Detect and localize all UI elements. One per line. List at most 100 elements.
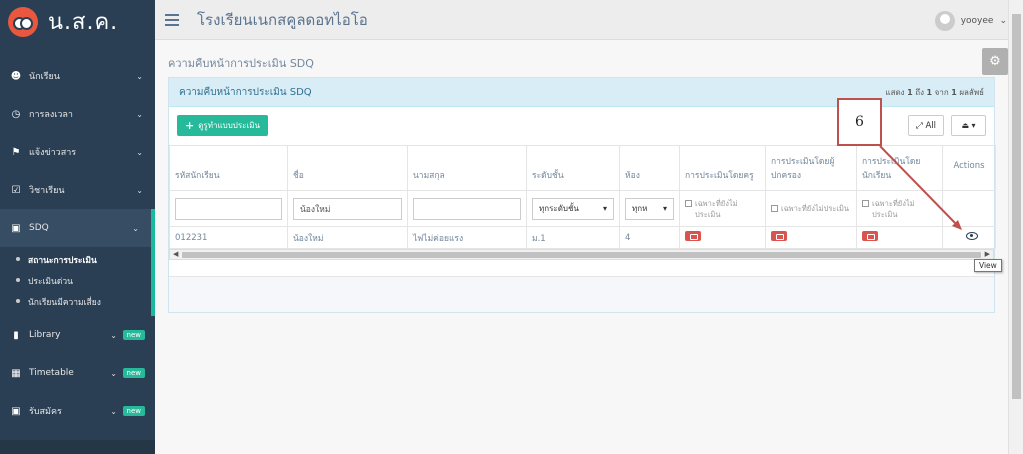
cell-last-name: ไฟไม่ค่อยแรง [407, 226, 527, 249]
sidebar-item-label: SDQ [29, 223, 49, 233]
first-name-filter-input[interactable]: น้องใหม่ [293, 197, 402, 220]
last-name-filter-input[interactable] [413, 197, 521, 220]
scroll-left-icon[interactable]: ◀ [173, 250, 178, 258]
chevron-down-icon: ⌄ [999, 16, 1007, 26]
avatar [934, 11, 955, 31]
vertical-scrollbar[interactable] [1008, 0, 1023, 454]
annotation-step-number: 6 [837, 98, 882, 146]
records-info: แสดง 1 ถึง 1 จาก 1 ผลลัพธ์ [885, 87, 984, 97]
owl-logo-icon [8, 6, 38, 37]
id-card-icon: ▣ [11, 222, 21, 234]
sdq-table: รหัสนักเรียน ชื่อ นามสกุล ระดับชั้น ห้อง… [169, 145, 996, 249]
submenu-item-quick-assess[interactable]: ประเมินด่วน [0, 270, 151, 291]
username: yooyee [960, 16, 994, 26]
chevron-down-icon: ⌄ [136, 147, 143, 157]
col-student-id[interactable]: รหัสนักเรียน [169, 145, 288, 191]
table-row: 012231 น้องใหม่ ไฟไม่ค่อยแรง ม.1 4 [169, 226, 996, 249]
sidebar-item-library[interactable]: ▮ Library ⌄ new [0, 316, 155, 354]
caret-down-icon: ▾ [971, 121, 976, 130]
chevron-down-icon: ⌄ [110, 368, 117, 378]
col-first-name[interactable]: ชื่อ [287, 145, 408, 191]
cell-room: 4 [619, 226, 680, 249]
sidebar-item-label: นักเรียน [29, 72, 60, 82]
col-room[interactable]: ห้อง [619, 145, 680, 191]
sidebar-item-sdq[interactable]: ▣ SDQ ⌄ [0, 209, 155, 247]
panel-footer [169, 276, 994, 312]
sidebar-item-admission[interactable]: ▣ รับสมัคร ⌄ new [0, 392, 155, 430]
new-badge: new [122, 368, 145, 378]
users-icon: ☻ [10, 70, 22, 82]
chevron-down-icon: ⌄ [110, 330, 117, 340]
view-tooltip: View [974, 259, 1002, 272]
room-filter-select[interactable]: ทุกห ▾ [625, 197, 674, 220]
thumbs-down-icon[interactable] [685, 231, 701, 241]
show-all-button[interactable]: ⤢ All [908, 115, 944, 136]
panel-title: ความคืบหน้าการประเมิน SDQ [179, 86, 312, 98]
teacher-pending-checkbox[interactable]: เฉพาะที่ยังไม่ประเมิน [685, 198, 760, 220]
scroll-thumb[interactable] [182, 252, 981, 258]
eye-icon[interactable] [966, 232, 978, 240]
chevron-down-icon: ⌄ [136, 71, 143, 81]
page-title: ความคืบหน้าการประเมิน SDQ [168, 57, 314, 70]
sidebar-item-subjects[interactable]: ☑ วิชาเรียน ⌄ [0, 171, 155, 209]
col-actions: Actions [942, 145, 996, 191]
id-card-icon: ▣ [11, 405, 21, 417]
submenu-item-at-risk[interactable]: นักเรียนมีความเสี่ยง [0, 291, 151, 312]
assessment-form-button[interactable]: + ดูรูทำแบบประเมิน [177, 115, 268, 136]
filter-row: น้องใหม่ ทุกระดับชั้น ▾ ทุกห ▾ เฉพาะที่ยัง… [169, 190, 996, 227]
header-row: รหัสนักเรียน ชื่อ นามสกุล ระดับชั้น ห้อง… [169, 145, 996, 191]
thumbs-down-icon[interactable] [771, 231, 787, 241]
sidebar-item-label: วิชาเรียน [29, 186, 65, 196]
cell-level: ม.1 [526, 226, 620, 249]
thumbs-down-icon[interactable] [862, 231, 878, 241]
menu-toggle-icon[interactable] [165, 13, 179, 26]
top-nav: โรงเรียนเนกสคูลดอทไอโอ yooyee ⌄ [155, 0, 1023, 40]
cell-first-name: น้องใหม่ [287, 226, 408, 249]
scroll-thumb[interactable] [1012, 14, 1021, 399]
gear-icon[interactable]: ⚙ [982, 48, 1008, 75]
cell-student-id: 012231 [169, 226, 288, 249]
sidebar-item-students[interactable]: ☻ นักเรียน ⌄ [0, 57, 155, 95]
new-badge: new [122, 406, 145, 416]
sidebar-item-label: รับสมัคร [29, 407, 62, 417]
school-title: โรงเรียนเนกสคูลดอทไอโอ [197, 10, 368, 29]
sidebar: น.ส.ค. ☻ นักเรียน ⌄ ◷ การลงเวลา ⌄ ⚑ แจ้ง… [0, 0, 155, 454]
scroll-right-icon[interactable]: ▶ [985, 250, 990, 258]
chevron-down-icon: ⌄ [136, 109, 143, 119]
col-teacher-assessment[interactable]: การประเมินโดยครู [679, 145, 766, 191]
export-icon: ⏏ [961, 121, 969, 130]
sidebar-item-announcements[interactable]: ⚑ แจ้งข่าวสาร ⌄ [0, 133, 155, 171]
new-badge: new [122, 330, 145, 340]
sdq-submenu: สถานะการประเมิน ประเมินด่วน นักเรียนมีคว… [0, 247, 155, 316]
horizontal-scrollbar[interactable]: ◀ ▶ [169, 249, 994, 260]
plus-icon: + [185, 119, 195, 132]
col-level[interactable]: ระดับชั้น [526, 145, 620, 191]
col-parent-assessment[interactable]: การประเมินโดยผู้ปกครอง [765, 145, 857, 191]
student-pending-checkbox[interactable]: เฉพาะที่ยังไม่ประเมิน [862, 198, 937, 220]
megaphone-icon: ⚑ [11, 146, 21, 158]
student-id-filter-input[interactable] [175, 197, 282, 220]
caret-down-icon: ▾ [602, 204, 607, 213]
brand[interactable]: น.ส.ค. [0, 0, 155, 43]
chevron-down-icon: ⌄ [110, 406, 117, 416]
database-icon: ▦ [11, 367, 21, 379]
sidebar-item-label: Library [29, 330, 61, 340]
calendar-check-icon: ☑ [11, 184, 21, 196]
brand-name: น.ส.ค. [48, 10, 119, 35]
parent-pending-checkbox[interactable]: เฉพาะที่ยังไม่ประเมิน [771, 203, 851, 214]
level-filter-select[interactable]: ทุกระดับชั้น ▾ [532, 197, 614, 220]
export-button[interactable]: ⏏ ▾ [951, 115, 986, 136]
book-icon: ▮ [13, 329, 19, 341]
caret-down-icon: ▾ [662, 204, 667, 213]
col-last-name[interactable]: นามสกุล [407, 145, 527, 191]
clock-icon: ◷ [11, 108, 21, 120]
user-menu[interactable]: yooyee ⌄ [934, 11, 1007, 31]
sidebar-menu: ☻ นักเรียน ⌄ ◷ การลงเวลา ⌄ ⚑ แจ้งข่าวสาร… [0, 57, 155, 430]
chevron-down-icon: ⌄ [132, 223, 139, 233]
submenu-item-status[interactable]: สถานะการประเมิน [0, 249, 151, 270]
expand-icon: ⤢ [915, 120, 923, 131]
sidebar-item-attendance[interactable]: ◷ การลงเวลา ⌄ [0, 95, 155, 133]
col-student-assessment[interactable]: การประเมินโดยนักเรียน [856, 145, 943, 191]
sidebar-item-timetable[interactable]: ▦ Timetable ⌄ new [0, 354, 155, 392]
sidebar-item-label: การลงเวลา [29, 110, 73, 120]
